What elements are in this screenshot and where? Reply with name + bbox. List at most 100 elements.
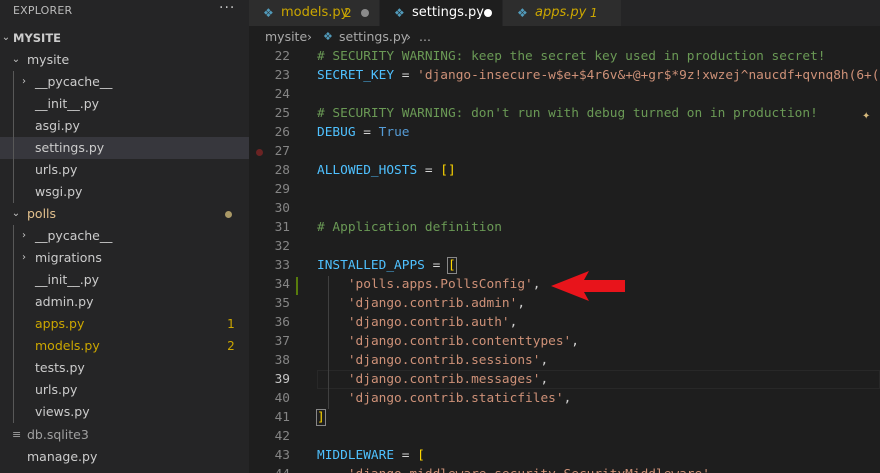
unsaved-dot-icon[interactable]	[361, 9, 369, 17]
line-number: 26	[274, 125, 290, 140]
code-text: 'django.contrib.messages',	[317, 370, 548, 389]
problem-count-badge: 2	[344, 6, 352, 20]
line-number: 32	[274, 239, 290, 254]
code-line[interactable]: 44 'django.middleware.security.SecurityM…	[249, 465, 880, 473]
explorer-item-label: db.sqlite3	[27, 427, 89, 442]
code-token: ,	[532, 277, 541, 292]
tab-models-py[interactable]: ❖ models.py 2	[249, 0, 379, 26]
explorer-item-label: apps.py	[35, 316, 85, 331]
explorer-item-label: settings.py	[35, 140, 105, 155]
code-line[interactable]: 39 'django.contrib.messages',	[249, 370, 880, 389]
breadcrumb-symbols[interactable]: ...	[419, 26, 431, 48]
explorer-item-init-py[interactable]: __init__.py	[0, 269, 249, 291]
explorer-item-asgi-py[interactable]: asgi.py	[0, 115, 249, 137]
explorer-item-db-sqlite3[interactable]: ≡ db.sqlite3	[0, 424, 249, 446]
code-token: =	[394, 68, 418, 83]
code-text: # SECURITY WARNING: keep the secret key …	[317, 48, 826, 66]
code-token: 'django.contrib.messages'	[347, 372, 541, 387]
explorer-root-folder[interactable]: ⌄ MYSITE	[0, 27, 249, 49]
explorer-item-label: __pycache__	[35, 228, 113, 243]
code-editor[interactable]: 22 # SECURITY WARNING: keep the secret ke…	[249, 48, 880, 473]
code-line[interactable]: 26 DEBUG = True	[249, 123, 880, 142]
line-number: 36	[274, 315, 290, 330]
code-line[interactable]: 29	[249, 180, 880, 199]
code-token: ,	[540, 372, 549, 387]
line-number: 43	[274, 448, 290, 463]
code-line[interactable]: 28 ALLOWED_HOSTS = []	[249, 161, 880, 180]
explorer-item-mysite[interactable]: ⌄ mysite	[0, 49, 249, 71]
code-line[interactable]: 37 'django.contrib.contenttypes',	[249, 332, 880, 351]
code-text: 'django.contrib.contenttypes',	[317, 332, 579, 351]
code-line[interactable]: 27	[249, 142, 880, 161]
problem-count-badge: 2	[227, 339, 235, 353]
breadcrumb-file[interactable]: settings.py	[339, 26, 408, 48]
breadcrumb-separator: ›	[406, 29, 411, 44]
explorer-item-tests-py[interactable]: tests.py	[0, 357, 249, 379]
code-line[interactable]: 42	[249, 427, 880, 446]
code-line[interactable]: 43 MIDDLEWARE = [	[249, 446, 880, 465]
explorer-item-manage-py[interactable]: manage.py	[0, 446, 249, 468]
code-line[interactable]: 38 'django.contrib.sessions',	[249, 351, 880, 370]
code-token: =	[394, 448, 418, 463]
unsaved-dot-icon[interactable]	[484, 9, 492, 17]
line-number: 40	[274, 391, 290, 406]
code-token: =	[417, 163, 441, 178]
code-token: ,	[563, 391, 572, 406]
explorer-item-apps-py[interactable]: apps.py 1	[0, 313, 249, 335]
line-number: 35	[274, 296, 290, 311]
code-token: DEBUG	[317, 125, 356, 140]
problem-count-badge: 1	[227, 317, 235, 331]
code-line[interactable]: 23 SECRET_KEY = 'django-insecure-w$e+$4r6…	[249, 66, 880, 85]
code-line[interactable]: 41]	[249, 408, 880, 427]
line-number: 27	[274, 144, 290, 159]
explorer-title: EXPLORER	[13, 4, 73, 17]
explorer-item-label: migrations	[35, 250, 102, 265]
code-line[interactable]: 30	[249, 199, 880, 218]
code-token: ,	[509, 315, 518, 330]
code-text: 'django.contrib.auth',	[317, 313, 518, 332]
code-token: # SECURITY WARNING: keep the secret key …	[317, 49, 826, 64]
root-folder-label: MYSITE	[13, 31, 62, 45]
breadcrumb-folder[interactable]: mysite	[265, 26, 307, 48]
code-text: # SECURITY WARNING: don't run with debug…	[317, 104, 818, 123]
code-line[interactable]: 25 # SECURITY WARNING: don't run with deb…	[249, 104, 880, 123]
code-text: 'django.contrib.sessions',	[317, 351, 548, 370]
explorer-item-init-py[interactable]: __init__.py	[0, 93, 249, 115]
more-actions-icon[interactable]: ···	[219, 0, 235, 16]
code-text: ]	[316, 408, 326, 427]
code-text: MIDDLEWARE = [	[317, 446, 425, 465]
code-line[interactable]: 24	[249, 85, 880, 104]
code-token: ,	[571, 334, 579, 349]
tab-apps-py[interactable]: ❖ apps.py 1	[503, 0, 621, 26]
explorer-item-label: models.py	[35, 338, 100, 353]
code-line[interactable]: 32	[249, 237, 880, 256]
explorer-item-pycache[interactable]: › __pycache__	[0, 225, 249, 247]
explorer-item-polls[interactable]: ⌄ polls	[0, 203, 249, 225]
tab-settings-py[interactable]: ❖ settings.py	[380, 0, 502, 26]
explorer-item-admin-py[interactable]: admin.py	[0, 291, 249, 313]
explorer-item-migrations[interactable]: › migrations	[0, 247, 249, 269]
explorer-item-models-py[interactable]: models.py 2	[0, 335, 249, 357]
line-number: 25	[274, 106, 290, 121]
line-number: 39	[274, 372, 290, 387]
line-number: 34	[274, 277, 290, 292]
explorer-item-urls-py[interactable]: urls.py	[0, 379, 249, 401]
explorer-item-label: urls.py	[35, 162, 78, 177]
explorer-item-settings-py[interactable]: settings.py	[0, 137, 249, 159]
tab-bar: ❖ models.py 2 ❖ settings.py ❖ apps.py 1	[249, 0, 880, 26]
explorer-item-urls-py[interactable]: urls.py	[0, 159, 249, 181]
lightbulb-icon[interactable]: ✦	[862, 111, 870, 122]
red-arrow-icon	[551, 271, 625, 301]
code-line[interactable]: 22 # SECURITY WARNING: keep the secret ke…	[249, 48, 880, 66]
code-line[interactable]: 40 'django.contrib.staticfiles',	[249, 389, 880, 408]
code-token: ALLOWED_HOSTS	[317, 163, 418, 178]
line-number: 24	[274, 87, 290, 102]
explorer-item-views-py[interactable]: views.py	[0, 401, 249, 423]
explorer-item-label: views.py	[35, 404, 90, 419]
code-line[interactable]: 36 'django.contrib.auth',	[249, 313, 880, 332]
code-line[interactable]: 31 # Application definition	[249, 218, 880, 237]
explorer-item-wsgi-py[interactable]: wsgi.py	[0, 181, 249, 203]
explorer-item-pycache[interactable]: › __pycache__	[0, 71, 249, 93]
